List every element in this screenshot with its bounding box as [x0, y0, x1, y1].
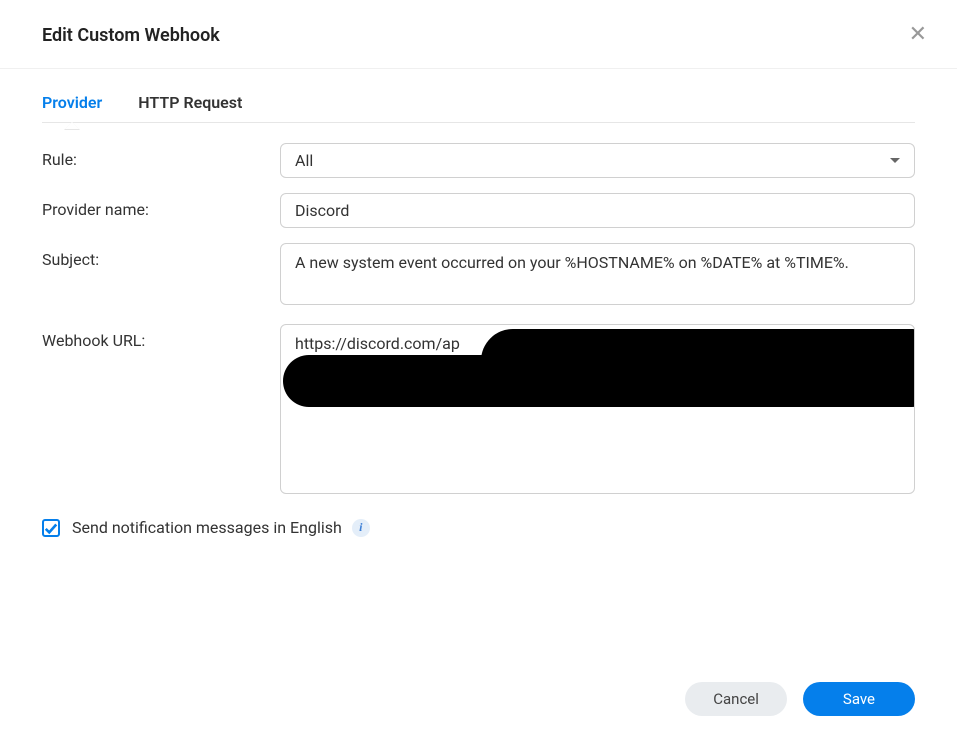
provider-name-input[interactable] [280, 193, 915, 228]
chevron-down-icon [890, 158, 900, 163]
tab-provider[interactable]: Provider [42, 83, 102, 122]
info-icon[interactable]: i [352, 519, 370, 537]
provider-name-label: Provider name: [42, 193, 280, 219]
dialog-body: Provider HTTP Request Rule: All Provider… [0, 69, 957, 668]
check-icon [44, 521, 58, 535]
rule-select[interactable]: All [280, 143, 915, 178]
rule-select-value: All [295, 151, 313, 170]
tab-http-request[interactable]: HTTP Request [138, 83, 242, 122]
webhook-url-text: https://discord.com/ap [295, 334, 460, 353]
row-english-notifications: Send notification messages in English i [42, 518, 915, 537]
close-icon[interactable]: ✕ [901, 20, 935, 50]
subject-label: Subject: [42, 243, 280, 269]
dialog-title: Edit Custom Webhook [42, 25, 220, 46]
row-rule: Rule: All [42, 143, 915, 178]
dialog-header: Edit Custom Webhook ✕ [0, 0, 957, 69]
tabs: Provider HTTP Request [42, 83, 915, 123]
webhook-url-label: Webhook URL: [42, 324, 280, 350]
subject-input[interactable] [280, 243, 915, 305]
english-notifications-checkbox[interactable] [42, 519, 60, 537]
redacted-region [283, 355, 915, 407]
edit-webhook-dialog: Edit Custom Webhook ✕ Provider HTTP Requ… [0, 0, 957, 736]
webhook-url-input[interactable]: https://discord.com/ap [280, 324, 915, 494]
cancel-button[interactable]: Cancel [685, 682, 787, 716]
dialog-footer: Cancel Save [0, 668, 957, 736]
english-notifications-label: Send notification messages in English [72, 518, 342, 537]
row-subject: Subject: [42, 243, 915, 309]
save-button[interactable]: Save [803, 682, 915, 716]
rule-label: Rule: [42, 143, 280, 169]
row-provider-name: Provider name: [42, 193, 915, 228]
row-webhook-url: Webhook URL: https://discord.com/ap [42, 324, 915, 494]
